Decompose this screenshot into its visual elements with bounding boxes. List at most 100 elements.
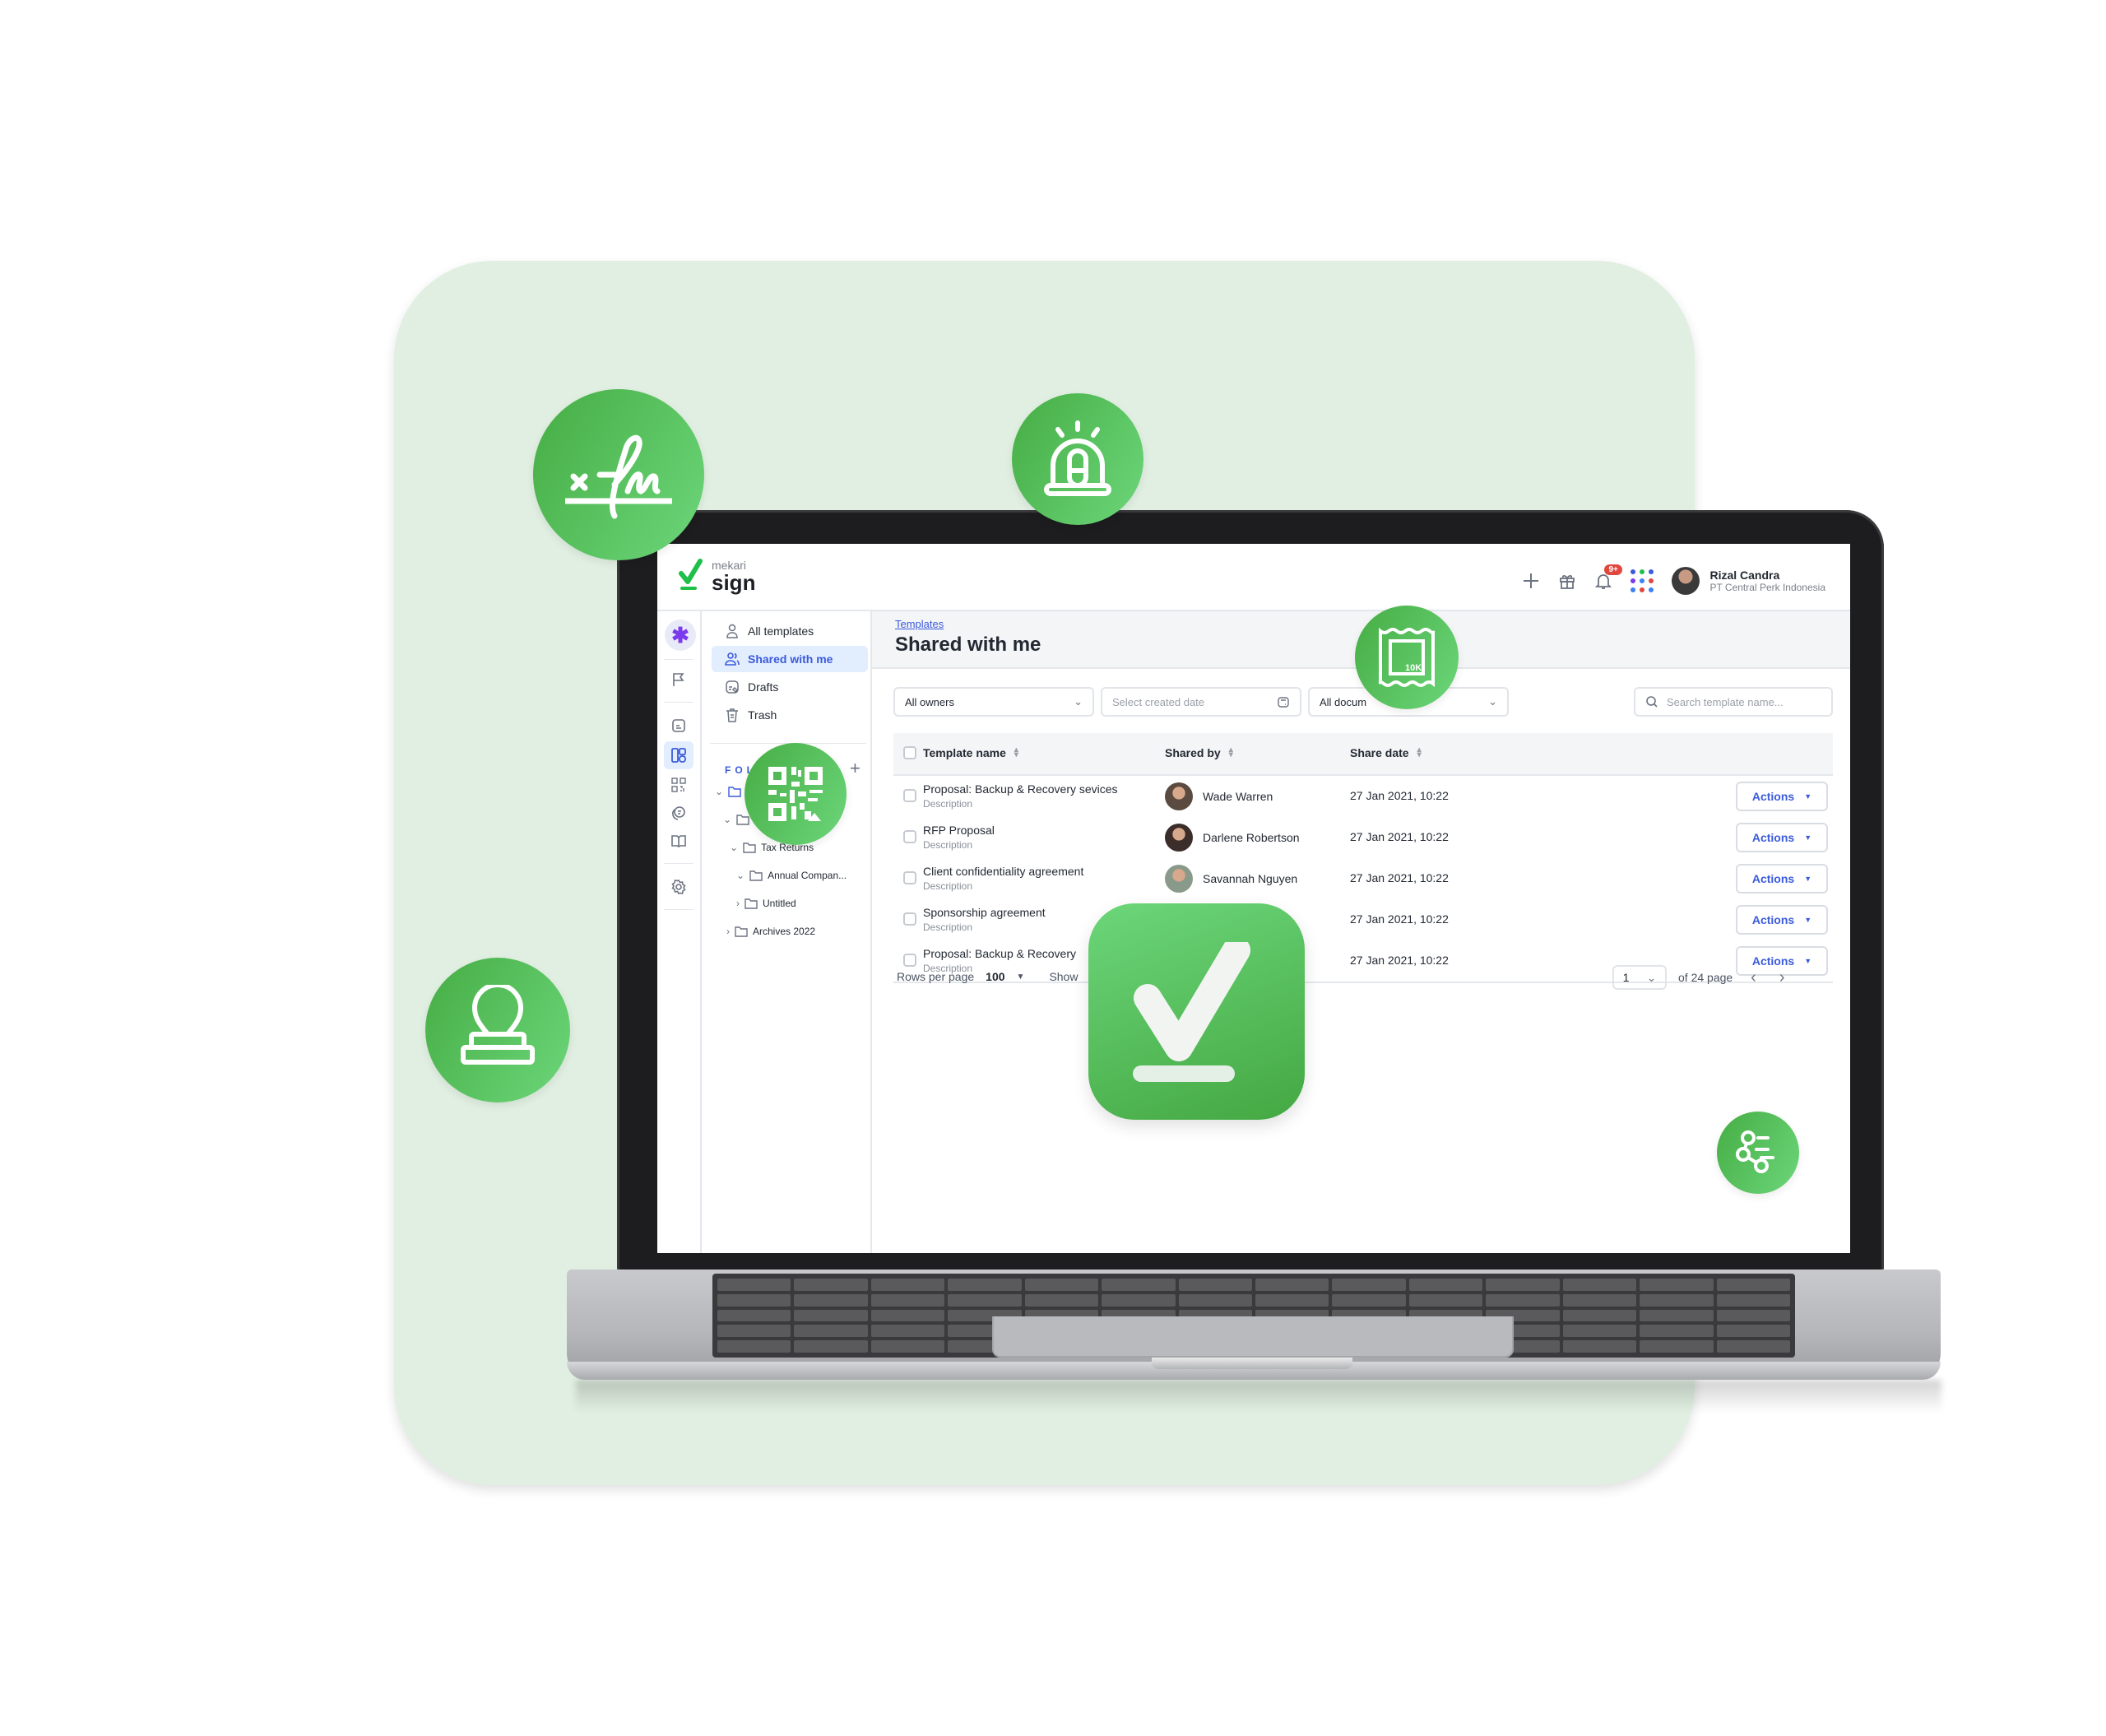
- settings-icon[interactable]: [664, 873, 693, 901]
- user-menu[interactable]: Rizal Candra PT Central Perk Indonesia: [1672, 567, 1825, 595]
- chevron-down-icon: ⌄: [1646, 970, 1657, 984]
- row-checkbox[interactable]: [903, 912, 916, 926]
- keyboard-key: [870, 1309, 945, 1322]
- table-header: Template name ▴ ▾ Shared by ▴ ▾ Share date…: [893, 733, 1833, 776]
- folder-tree-item[interactable]: ⌄: [715, 786, 741, 797]
- page-value: 1: [1622, 971, 1630, 984]
- column-template-name[interactable]: Template name ▴ ▾: [923, 746, 1018, 760]
- actions-button[interactable]: Actions ▼: [1736, 782, 1828, 811]
- mekari-star-icon[interactable]: ✱: [665, 620, 696, 651]
- row-checkbox[interactable]: [903, 954, 916, 967]
- book-icon[interactable]: [664, 827, 693, 855]
- date-placeholder: Select created date: [1112, 695, 1205, 708]
- keyboard-key: [1716, 1279, 1790, 1291]
- chevron-down-icon: ⌄: [1488, 695, 1497, 708]
- share-date: 27 Jan 2021, 10:22: [1350, 789, 1449, 802]
- stamp-rail-icon[interactable]: [664, 799, 693, 827]
- search-icon: [1646, 696, 1658, 708]
- keyboard-key: [794, 1279, 868, 1291]
- gift-icon[interactable]: [1558, 572, 1576, 590]
- shared-by: Wade Warren: [1165, 782, 1273, 810]
- template-name[interactable]: Client confidentiality agreement: [923, 865, 1083, 878]
- column-shared-by[interactable]: Shared by ▴ ▾: [1165, 745, 1233, 760]
- keyboard-key: [1640, 1293, 1714, 1307]
- apps-grid-icon[interactable]: [1631, 569, 1654, 592]
- qr-icon[interactable]: [664, 771, 693, 799]
- laptop-trackpad: [992, 1316, 1514, 1358]
- keyboard-key: [717, 1293, 791, 1307]
- rows-per-page-select[interactable]: 100: [986, 970, 1004, 983]
- calendar-icon: [1278, 697, 1289, 708]
- keyboard-key: [1640, 1279, 1714, 1291]
- laptop-shadow: [576, 1380, 1941, 1413]
- template-name[interactable]: Proposal: Backup & Recovery: [923, 947, 1076, 960]
- prev-page-button[interactable]: ‹: [1751, 968, 1756, 987]
- next-page-button[interactable]: ›: [1779, 968, 1785, 987]
- chevron-down-icon: ⌄: [736, 870, 745, 881]
- folder-tree-item[interactable]: ⌄: [723, 814, 749, 825]
- document-icon[interactable]: [664, 712, 693, 740]
- folder-icon: [743, 842, 756, 853]
- user-avatar: [1672, 567, 1700, 595]
- add-icon[interactable]: [1522, 572, 1540, 590]
- created-date-picker[interactable]: Select created date: [1101, 687, 1301, 717]
- sort-icon: ▴ ▾: [1228, 745, 1233, 759]
- rail-divider: [664, 702, 693, 703]
- keyboard-key: [870, 1340, 945, 1353]
- template-description: Description: [923, 880, 973, 892]
- sharer-avatar: [1165, 865, 1193, 893]
- keyboard-key: [1562, 1279, 1637, 1291]
- actions-button[interactable]: Actions ▼: [1736, 823, 1828, 852]
- sharer-name: Wade Warren: [1203, 790, 1273, 803]
- row-checkbox[interactable]: [903, 830, 916, 843]
- caret-down-icon[interactable]: ▼: [1017, 972, 1025, 982]
- template-name[interactable]: Proposal: Backup & Recovery sevices: [923, 782, 1118, 796]
- templates-icon[interactable]: [664, 741, 693, 769]
- subnav-drafts[interactable]: Drafts: [712, 674, 868, 700]
- row-checkbox[interactable]: [903, 871, 916, 884]
- table-row[interactable]: Sponsorship agreementDescriptions27 Jan …: [893, 899, 1833, 942]
- mekari-sign-logo-icon: [679, 559, 703, 590]
- folder-tree-item[interactable]: › Untitled: [736, 898, 796, 909]
- actions-label: Actions: [1751, 790, 1795, 803]
- keyboard-key: [870, 1325, 945, 1338]
- keyboard-key: [1486, 1293, 1560, 1307]
- row-checkbox[interactable]: [903, 789, 916, 802]
- subnav-shared-with-me[interactable]: Shared with me: [712, 646, 868, 672]
- siren-icon: [1012, 393, 1143, 525]
- add-folder-button[interactable]: +: [850, 758, 860, 779]
- keyboard-key: [1640, 1309, 1714, 1322]
- actions-button[interactable]: Actions ▼: [1736, 905, 1828, 935]
- select-all-checkbox[interactable]: [903, 746, 916, 759]
- template-name[interactable]: Sponsorship agreement: [923, 906, 1046, 919]
- owners-filter[interactable]: All owners ⌄: [893, 687, 1094, 717]
- keyboard-key: [717, 1340, 791, 1353]
- subnav-all-templates[interactable]: All templates: [712, 618, 868, 644]
- actions-label: Actions: [1751, 872, 1795, 885]
- template-description: Description: [923, 921, 973, 933]
- column-share-date[interactable]: Share date ▴ ▾: [1350, 745, 1422, 760]
- table-row[interactable]: RFP Proposal Description Darlene Robertson…: [893, 817, 1833, 860]
- mekari-sign-app-icon: [1088, 903, 1305, 1120]
- table-row[interactable]: Client confidentiality agreement Descript…: [893, 858, 1833, 901]
- folder-label: Annual Compan...: [768, 870, 847, 881]
- keyboard-key: [1716, 1309, 1790, 1322]
- template-name[interactable]: RFP Proposal: [923, 824, 995, 837]
- folder-tree-item[interactable]: ⌄ Annual Compan...: [736, 870, 847, 881]
- sort-icon: ▴ ▾: [1417, 745, 1422, 759]
- flag-icon[interactable]: [664, 666, 693, 694]
- subnav-label: Shared with me: [748, 652, 833, 666]
- breadcrumb-templates[interactable]: Templates: [895, 618, 944, 630]
- page-select[interactable]: 1 ⌄: [1612, 965, 1667, 990]
- template-description: Description: [923, 798, 973, 810]
- qr-code-icon: [745, 743, 847, 845]
- notifications-button[interactable]: 9+: [1594, 564, 1622, 590]
- folder-icon: [745, 898, 758, 909]
- actions-button[interactable]: Actions ▼: [1736, 864, 1828, 894]
- subnav-trash[interactable]: Trash: [712, 702, 868, 728]
- stamp-icon: [425, 958, 570, 1102]
- search-input[interactable]: Search template name...: [1634, 687, 1833, 717]
- share-date: 27 Jan 2021, 10:22: [1350, 912, 1449, 926]
- table-row[interactable]: Proposal: Backup & Recovery sevices Descr…: [893, 776, 1833, 819]
- folder-tree-item[interactable]: › Archives 2022: [726, 926, 815, 937]
